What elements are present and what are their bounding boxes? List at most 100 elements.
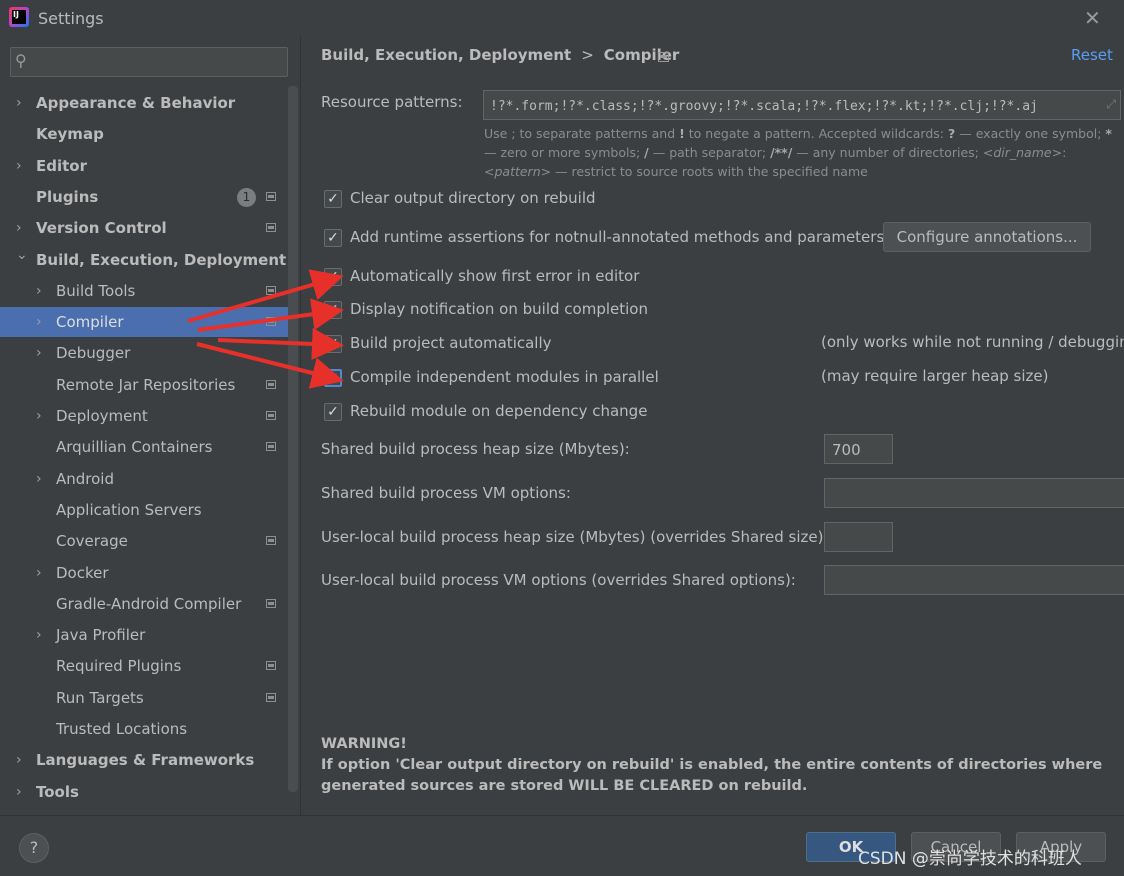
local-vm-input[interactable] — [830, 571, 1104, 591]
sidebar-item[interactable]: Required Plugins — [0, 651, 288, 681]
compile-parallel-checkbox[interactable]: ✓ — [324, 369, 342, 387]
shared-vm-field[interactable] — [824, 478, 1124, 508]
show-first-error-checkbox[interactable]: ✓ — [324, 268, 342, 286]
help-icon[interactable]: ? — [19, 833, 49, 863]
configure-annotations-button[interactable]: Configure annotations... — [883, 222, 1091, 252]
shared-heap-field[interactable] — [824, 434, 895, 464]
title-bar: IJ Settings ✕ — [0, 0, 1124, 36]
project-scope-icon — [266, 411, 276, 420]
sidebar-item-label: Coverage — [56, 532, 128, 550]
compiler-settings-panel: Build, Execution, Deployment > Compiler Re… — [300, 36, 1124, 815]
sidebar-item[interactable]: Keymap — [0, 119, 288, 149]
chevron-right-icon[interactable]: › — [16, 745, 22, 775]
project-scope-icon — [266, 380, 276, 389]
local-heap-field[interactable] — [824, 522, 895, 552]
breadcrumb: Build, Execution, Deployment > Compiler — [321, 46, 679, 64]
sidebar-item[interactable]: Application Servers — [0, 495, 288, 525]
sidebar-item[interactable]: › Debugger — [0, 338, 288, 368]
chevron-right-icon[interactable]: › — [36, 464, 42, 494]
chevron-right-icon[interactable]: › — [36, 558, 42, 588]
compile-parallel-label: Compile independent modules in parallel — [350, 368, 659, 386]
sidebar-item[interactable]: › Android — [0, 464, 288, 494]
expand-field-icon[interactable]: ⤢ — [1106, 97, 1116, 112]
compile-parallel-note: (may require larger heap size) — [821, 367, 1049, 385]
chevron-right-icon[interactable]: › — [16, 213, 22, 243]
local-heap-input[interactable] — [830, 528, 895, 548]
chevron-right-icon[interactable]: › — [36, 276, 42, 306]
sidebar-item[interactable]: › Deployment — [0, 401, 288, 431]
show-first-error-label: Automatically show first error in editor — [350, 267, 640, 285]
chevron-right-icon[interactable]: › — [36, 338, 42, 368]
sidebar-item-label: Required Plugins — [56, 657, 182, 675]
chevron-right-icon[interactable]: › — [16, 777, 22, 807]
sidebar-item-label: Debugger — [56, 344, 131, 362]
sidebar-item-label: Editor — [36, 157, 87, 175]
chevron-right-icon[interactable]: › — [36, 620, 42, 650]
resource-patterns-hint: Use ; to separate patterns and ! to nega… — [484, 126, 1112, 179]
sidebar-item[interactable]: › Compiler — [0, 307, 288, 337]
project-scope-icon — [658, 52, 669, 62]
sidebar-item-label: Build, Execution, Deployment — [36, 251, 287, 269]
chevron-down-icon[interactable]: ⌄ — [16, 240, 28, 270]
sidebar-item-label: Application Servers — [56, 501, 202, 519]
clear-output-checkbox[interactable]: ✓ — [324, 190, 342, 208]
sidebar-item-label: Remote Jar Repositories — [56, 376, 236, 394]
build-auto-label: Build project automatically — [350, 334, 552, 352]
sidebar-item-label: Java Profiler — [56, 626, 146, 644]
sidebar-item[interactable]: Arquillian Containers — [0, 432, 288, 462]
sidebar-item[interactable]: Plugins 1 — [0, 182, 288, 212]
rebuild-on-change-label: Rebuild module on dependency change — [350, 402, 648, 420]
sidebar-item[interactable]: Gradle-Android Compiler — [0, 589, 288, 619]
shared-heap-label: Shared build process heap size (Mbytes): — [321, 440, 630, 458]
local-vm-field[interactable] — [824, 565, 1124, 595]
sidebar-item[interactable]: Coverage — [0, 526, 288, 556]
reset-link[interactable]: Reset — [1071, 46, 1113, 64]
project-scope-icon — [266, 223, 276, 232]
build-auto-checkbox[interactable]: ✓ — [324, 335, 342, 353]
shared-vm-input[interactable] — [830, 484, 1104, 504]
rebuild-on-change-checkbox[interactable]: ✓ — [324, 403, 342, 421]
chevron-right-icon[interactable]: › — [16, 88, 22, 118]
sidebar-item[interactable]: › Build Tools — [0, 276, 288, 306]
sidebar-item[interactable]: › Languages & Frameworks — [0, 745, 288, 775]
search-icon: ⚲ — [15, 51, 27, 70]
local-vm-label: User-local build process VM options (ove… — [321, 571, 796, 589]
add-assertions-checkbox[interactable]: ✓ — [324, 229, 342, 247]
update-count-badge: 1 — [237, 188, 256, 207]
display-notification-checkbox[interactable]: ✓ — [324, 301, 342, 319]
resource-patterns-input[interactable] — [488, 96, 1102, 116]
resource-patterns-field[interactable]: ⤢ — [483, 90, 1121, 120]
sidebar-item[interactable]: › Version Control — [0, 213, 288, 243]
sidebar-item[interactable]: › Java Profiler — [0, 620, 288, 650]
project-scope-icon — [266, 286, 276, 295]
clear-output-label: Clear output directory on rebuild — [350, 189, 596, 207]
close-icon[interactable]: ✕ — [1084, 6, 1101, 30]
project-scope-icon — [266, 661, 276, 670]
sidebar-item[interactable]: Remote Jar Repositories — [0, 370, 288, 400]
breadcrumb-separator: > — [581, 46, 594, 64]
search-input[interactable] — [39, 52, 283, 72]
sidebar-item-label: Arquillian Containers — [56, 438, 213, 456]
project-scope-icon — [266, 442, 276, 451]
sidebar-item[interactable]: › Tools — [0, 777, 288, 807]
sidebar-item-label: Version Control — [36, 219, 167, 237]
sidebar-item[interactable]: › Docker — [0, 558, 288, 588]
watermark: CSDN @崇尚学技术的科班人 — [858, 849, 1082, 869]
chevron-right-icon[interactable]: › — [16, 151, 22, 181]
sidebar-item[interactable]: › Appearance & Behavior — [0, 88, 288, 118]
breadcrumb-parent: Build, Execution, Deployment — [321, 46, 572, 64]
project-scope-icon — [266, 599, 276, 608]
shared-heap-input[interactable] — [830, 440, 895, 460]
sidebar-item[interactable]: › Editor — [0, 151, 288, 181]
warning-message: WARNING! If option 'Clear output directo… — [321, 734, 1121, 797]
chevron-right-icon[interactable]: › — [36, 307, 42, 337]
settings-search[interactable]: ⚲ — [10, 47, 288, 77]
sidebar-item[interactable]: Trusted Locations — [0, 714, 288, 744]
sidebar-scrollbar[interactable] — [288, 86, 298, 792]
sidebar-item[interactable]: Run Targets — [0, 683, 288, 713]
add-assertions-label: Add runtime assertions for notnull-annot… — [350, 228, 885, 246]
sidebar-item[interactable]: ⌄ Build, Execution, Deployment — [0, 245, 288, 275]
chevron-right-icon[interactable]: › — [36, 401, 42, 431]
project-scope-icon — [266, 536, 276, 545]
shared-vm-label: Shared build process VM options: — [321, 484, 571, 502]
